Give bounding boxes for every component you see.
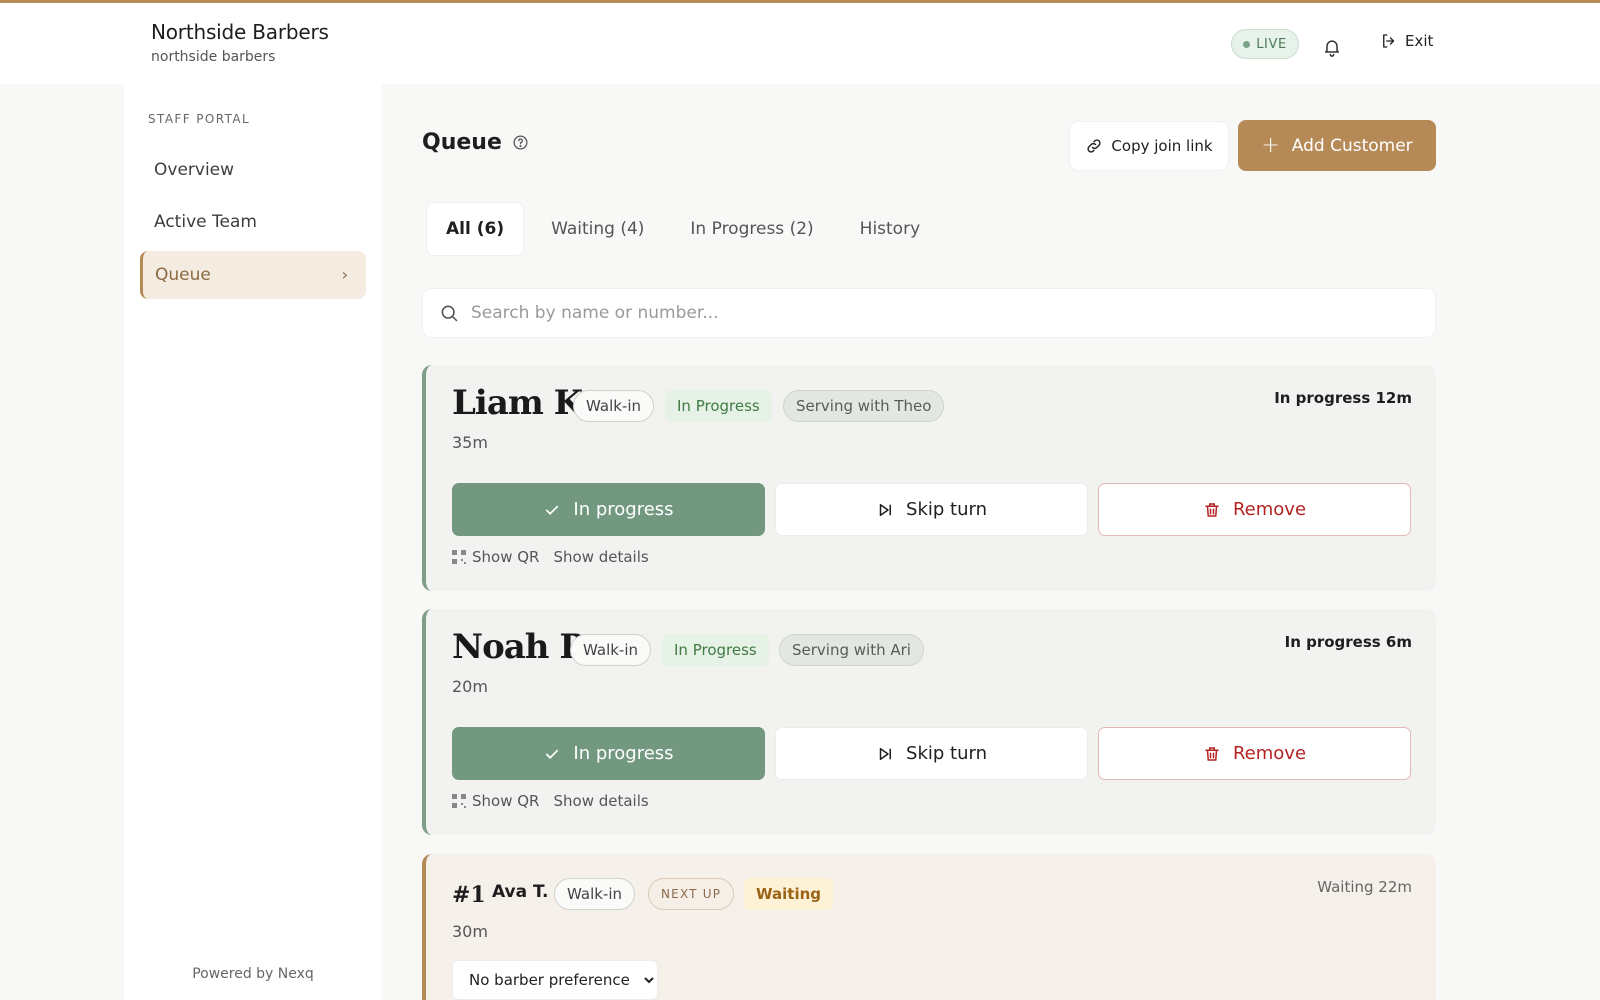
search-icon xyxy=(441,305,458,322)
page-title: Queue xyxy=(422,130,502,155)
trash-icon xyxy=(1205,502,1219,517)
chevron-right-icon: › xyxy=(341,265,348,284)
skip-turn-label: Skip turn xyxy=(906,499,987,520)
card-links: Show QR Show details xyxy=(452,792,649,810)
exit-label: Exit xyxy=(1405,32,1434,50)
sidebar-item-queue[interactable]: Queue › xyxy=(140,251,366,299)
remove-button[interactable]: Remove xyxy=(1098,483,1411,536)
in-progress-label: In progress xyxy=(573,743,674,764)
shop-slug: northside barbers xyxy=(151,49,276,65)
logout-icon xyxy=(1383,34,1395,48)
card-links: Show QR Show details xyxy=(452,548,649,566)
skip-turn-button[interactable]: Skip turn xyxy=(775,483,1088,536)
remove-button[interactable]: Remove xyxy=(1098,727,1411,780)
sidebar-item-label: Queue xyxy=(155,265,211,285)
type-badge: Walk-in xyxy=(573,390,655,422)
check-icon xyxy=(546,505,559,515)
elapsed-time: Waiting 22m xyxy=(1317,878,1412,896)
exit-button[interactable]: Exit xyxy=(1380,32,1433,50)
queue-position: #1 xyxy=(452,882,486,908)
sidebar-item-overview[interactable]: Overview xyxy=(140,146,366,194)
next-up-badge: NEXT UP xyxy=(648,878,735,910)
skip-icon xyxy=(879,503,892,516)
add-customer-button[interactable]: + Add Customer xyxy=(1238,120,1436,171)
live-badge: LIVE xyxy=(1231,29,1299,59)
app-header: Northside Barbers northside barbers LIVE… xyxy=(0,3,1600,84)
elapsed-time: In progress 12m xyxy=(1274,389,1412,407)
show-qr-label: Show QR xyxy=(472,792,540,810)
sidebar-section-label: STAFF PORTAL xyxy=(148,112,251,126)
in-progress-button[interactable]: In progress xyxy=(452,727,765,780)
remove-label: Remove xyxy=(1232,499,1307,520)
plus-icon: + xyxy=(1261,133,1280,158)
link-icon xyxy=(1087,139,1102,153)
skip-turn-label: Skip turn xyxy=(906,743,987,764)
check-icon xyxy=(546,749,559,759)
status-badge: In Progress xyxy=(662,634,769,666)
remove-label: Remove xyxy=(1232,743,1307,764)
service-duration: 20m xyxy=(452,677,488,696)
tab-history[interactable]: History xyxy=(841,202,939,256)
copy-join-link-button[interactable]: Copy join link xyxy=(1069,121,1229,171)
sidebar-item-active-team[interactable]: Active Team xyxy=(140,198,366,246)
add-customer-label: Add Customer xyxy=(1291,135,1413,156)
trash-icon xyxy=(1205,746,1219,761)
type-badge: Walk-in xyxy=(570,634,652,666)
skip-icon xyxy=(879,747,892,760)
service-duration: 30m xyxy=(452,922,488,941)
customer-name: Liam K. xyxy=(452,383,594,423)
sidebar-item-label: Overview xyxy=(154,160,235,180)
search-bar xyxy=(422,288,1436,338)
status-badge: In Progress xyxy=(665,390,772,422)
show-details-link[interactable]: Show details xyxy=(553,792,648,810)
show-qr-link[interactable]: Show QR xyxy=(452,792,539,810)
in-progress-label: In progress xyxy=(573,499,674,520)
service-duration: 35m xyxy=(452,433,488,452)
elapsed-time: In progress 6m xyxy=(1284,633,1412,651)
qr-icon xyxy=(452,550,466,564)
qr-icon xyxy=(452,794,466,808)
customer-name: Noah P. xyxy=(452,627,590,667)
live-dot-icon xyxy=(1243,40,1251,48)
tab-waiting[interactable]: Waiting (4) xyxy=(532,202,663,256)
skip-turn-button[interactable]: Skip turn xyxy=(775,727,1088,780)
powered-by: Powered by Nexq xyxy=(192,966,314,982)
page-title-row: Queue xyxy=(422,130,529,155)
sidebar-item-label: Active Team xyxy=(154,212,257,232)
brand: Northside Barbers northside barbers xyxy=(151,20,329,65)
shop-name: Northside Barbers xyxy=(151,20,329,44)
status-badge: Waiting xyxy=(744,878,834,910)
live-label: LIVE xyxy=(1256,36,1287,52)
serving-badge: Serving with Ari xyxy=(779,634,924,666)
barber-preference-select[interactable]: No barber preference xyxy=(452,960,658,1000)
search-input[interactable] xyxy=(471,303,1435,323)
bell-icon[interactable] xyxy=(1322,36,1342,58)
type-badge: Walk-in xyxy=(554,878,636,910)
show-qr-link[interactable]: Show QR xyxy=(452,548,539,566)
tab-in-progress[interactable]: In Progress (2) xyxy=(671,202,832,256)
queue-card: Noah P. Walk-in In Progress Serving with… xyxy=(422,609,1436,835)
help-icon[interactable] xyxy=(512,134,529,151)
in-progress-button[interactable]: In progress xyxy=(452,483,765,536)
show-details-link[interactable]: Show details xyxy=(553,548,648,566)
copy-join-link-label: Copy join link xyxy=(1111,137,1213,155)
queue-card: Liam K. Walk-in In Progress Serving with… xyxy=(422,365,1436,591)
sidebar: STAFF PORTAL Overview Active Team Queue … xyxy=(124,84,382,1000)
customer-name: Ava T. xyxy=(492,882,549,902)
tab-all[interactable]: All (6) xyxy=(426,202,525,256)
queue-card: #1 Ava T. Walk-in NEXT UP Waiting Waitin… xyxy=(422,854,1436,1000)
serving-badge: Serving with Theo xyxy=(783,390,945,422)
queue-tabs: All (6) Waiting (4) In Progress (2) Hist… xyxy=(426,202,939,256)
show-qr-label: Show QR xyxy=(472,548,540,566)
